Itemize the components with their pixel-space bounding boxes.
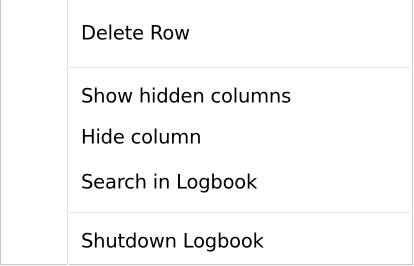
menu-item-label: Hide column [81,125,202,149]
menu-item-label: Search in Logbook [81,170,258,194]
menu-item-show-hidden-columns[interactable]: Show hidden columns [4,78,410,114]
context-menu: Delete Row Show hidden columns Hide colu… [0,0,413,265]
menu-separator [69,67,410,69]
menu-separator [69,212,410,214]
menu-item-label: Shutdown Logbook [81,229,264,253]
menu-item-label: Show hidden columns [81,84,292,108]
menu-item-search-in-logbook[interactable]: Search in Logbook [4,164,410,200]
menu-item-label: Delete Row [81,21,190,45]
menu-item-hide-column[interactable]: Hide column [4,119,410,155]
menu-item-shutdown-logbook[interactable]: Shutdown Logbook [4,223,410,259]
menu-item-delete-row[interactable]: Delete Row [4,15,410,51]
